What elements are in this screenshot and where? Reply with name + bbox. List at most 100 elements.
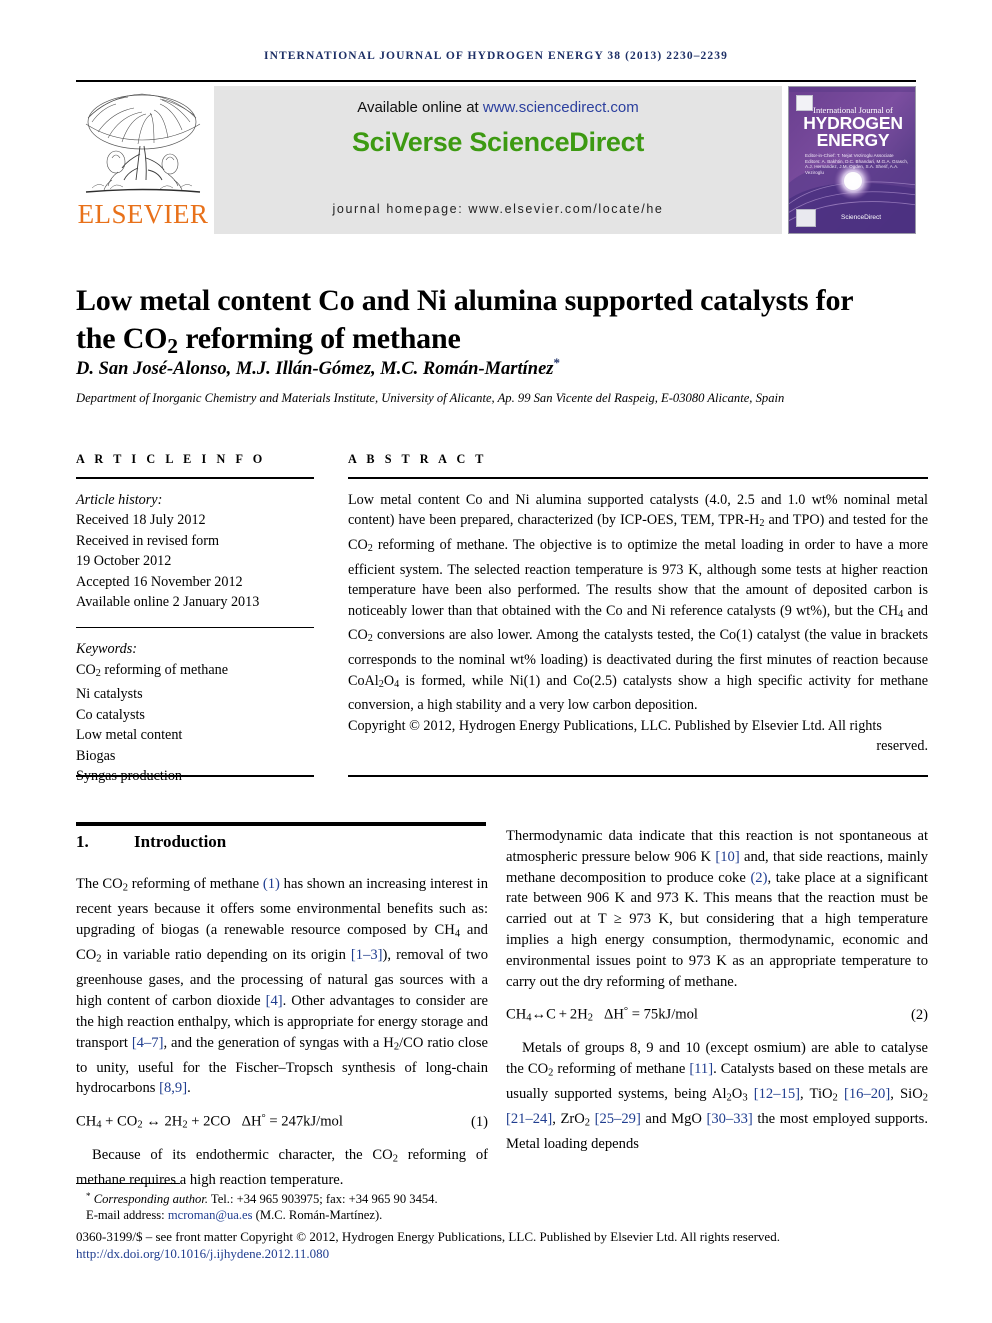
title-line-2-post: reforming of methane [177, 322, 461, 356]
citation-link[interactable]: [12–15] [754, 1086, 800, 1102]
intro-text: The CO [76, 876, 123, 892]
article-history-label: Article history: [76, 491, 163, 508]
footnote-rule [76, 1183, 180, 1185]
sciencedirect-banner: Available online at www.sciencedirect.co… [214, 86, 782, 234]
equation-1-number: (1) [470, 1113, 488, 1130]
footnote-block: * Corresponding author. Tel.: +34 965 90… [76, 1188, 496, 1224]
citation-link[interactable]: [16–20] [844, 1086, 890, 1102]
cover-sciencedirect-label: ScienceDirect [841, 214, 882, 221]
article-info-column: A R T I C L E I N F O Article history: R… [76, 452, 314, 787]
copyright-reserved: reserved. [876, 738, 928, 755]
email-link[interactable]: mcroman@ua.es [168, 1208, 253, 1222]
intro-text: , take place at a significant rate betwe… [506, 869, 928, 990]
keyword-item: Ni catalysts [76, 686, 143, 703]
cover-hydrogen-badge [796, 209, 816, 227]
page-title: Low metal content Co and Ni alumina supp… [76, 282, 928, 365]
equation-2-body: CH4↔C + 2H2 ΔH° = 75kJ/mol [506, 1006, 698, 1025]
abstract-bottom-rule [348, 775, 928, 777]
abstract-text: Low metal content Co and Ni alumina supp… [348, 491, 928, 714]
citation-link[interactable]: [30–33] [707, 1111, 753, 1127]
email-owner: (M.C. Román-Martínez). [252, 1208, 383, 1223]
history-item: Received 18 July 2012 [76, 512, 206, 529]
email-label: E-mail address: [86, 1208, 168, 1223]
sciencedirect-url[interactable]: www.sciencedirect.com [483, 99, 639, 116]
available-online-line: Available online at www.sciencedirect.co… [214, 99, 782, 116]
citation-link[interactable]: [1–3] [351, 947, 383, 963]
abstract-rule [348, 477, 928, 479]
cover-editor-list: Editor-in-Chief: T. Nejat Veziroglu Asso… [805, 153, 909, 175]
available-online-text: Available online at [357, 99, 483, 116]
equation-2: CH4↔C + 2H2 ΔH° = 75kJ/mol (2) [506, 1006, 928, 1024]
intro-text: reforming of methane [127, 876, 263, 892]
author-names: D. San José-Alonso, M.J. Illán-Gómez, M.… [76, 359, 554, 380]
keyword-item: Co catalysts [76, 706, 145, 723]
title-line-1: Low metal content Co and Ni alumina supp… [76, 284, 854, 318]
equation-1-body: CH4 + CO2 ↔ 2H2 + 2CO ΔH° = 247kJ/mol [76, 1113, 343, 1131]
article-info-bottom-rule [76, 775, 314, 777]
citation-link[interactable]: (2) [750, 870, 767, 886]
intro-text: , and the generation of syngas with a H [163, 1034, 394, 1051]
abstract-copyright: Copyright © 2012, Hydrogen Energy Public… [348, 716, 928, 757]
body-right-column: Thermodynamic data indicate that this re… [506, 826, 928, 1169]
citation-link[interactable]: [11] [689, 1061, 713, 1077]
journal-masthead: ELSEVIER Available online at www.science… [76, 86, 916, 234]
keyword-item: Biogas [76, 747, 116, 764]
cover-title-big: HYDROGEN ENERGY [789, 114, 915, 150]
citation-link[interactable]: [21–24] [506, 1111, 552, 1127]
intro-right-paragraph-2: Metals of groups 8, 9 and 10 (except osm… [506, 1040, 928, 1153]
email-note: E-mail address: mcroman@ua.es (M.C. Romá… [86, 1207, 496, 1224]
intro-paragraph-1: The CO2 reforming of methane (1) has sho… [76, 874, 488, 1099]
copyright-main: Copyright © 2012, Hydrogen Energy Public… [348, 717, 882, 734]
history-item: Received in revised form [76, 532, 220, 549]
keyword-subscript: 2 [95, 667, 101, 679]
abstract-heading: A B S T R A C T [348, 452, 488, 466]
cover-title-energy: ENERGY [816, 130, 890, 150]
elsevier-wordmark: ELSEVIER [77, 199, 209, 229]
citation-link[interactable]: [4] [266, 993, 283, 1009]
citation-link[interactable]: [8,9] [159, 1080, 187, 1096]
sciverse-sciencedirect-logo: SciVerse ScienceDirect [351, 127, 645, 157]
keywords-rule [76, 626, 314, 629]
keywords-block: Keywords: CO2 reforming of methane Ni ca… [76, 639, 314, 787]
article-history-block: Article history: Received 18 July 2012 R… [76, 490, 314, 613]
corresponding-author-note: * Corresponding author. Tel.: +34 965 90… [86, 1188, 496, 1207]
imprint-line: 0360-3199/$ – see front matter Copyright… [76, 1229, 780, 1244]
header-rule [76, 80, 916, 82]
keywords-label: Keywords: [76, 641, 137, 658]
citation-link[interactable]: (1) [263, 876, 280, 892]
article-page: INTERNATIONAL JOURNAL OF HYDROGEN ENERGY… [0, 0, 992, 1323]
keyword-item: CO2 reforming of methane [76, 661, 229, 679]
section-number: 1. [76, 832, 89, 851]
intro-text: . [187, 1080, 191, 1097]
corresponding-author-label: Corresponding author. [93, 1191, 208, 1206]
title-line-2-pre: the CO [76, 322, 168, 356]
body-top-rule [76, 822, 486, 826]
history-item: 19 October 2012 [76, 553, 172, 570]
journal-homepage-line[interactable]: journal homepage: www.elsevier.com/locat… [214, 202, 782, 216]
doi-link[interactable]: http://dx.doi.org/10.1016/j.ijhydene.201… [76, 1246, 329, 1262]
equation-1: CH4 + CO2 ↔ 2H2 + 2CO ΔH° = 247kJ/mol (1… [76, 1113, 488, 1131]
section-heading-introduction: 1. Introduction [76, 832, 488, 852]
article-info-heading: A R T I C L E I N F O [76, 452, 266, 466]
history-item: Accepted 16 November 2012 [76, 573, 243, 590]
citation-link[interactable]: [10] [715, 849, 739, 865]
citation-link[interactable]: [25–29] [595, 1111, 641, 1127]
equation-2-number: (2) [910, 1006, 928, 1023]
history-item: Available online 2 January 2013 [76, 594, 260, 611]
intro-text: in variable ratio depending on its origi… [101, 947, 351, 964]
elsevier-logo: ELSEVIER [76, 86, 210, 234]
citation-link[interactable]: [4–7] [132, 1035, 164, 1051]
author-list: D. San José-Alonso, M.J. Illán-Gómez, M.… [76, 355, 928, 380]
article-info-rule [76, 477, 314, 479]
section-title: Introduction [134, 832, 227, 851]
elsevier-tree-icon [85, 93, 201, 193]
affiliation: Department of Inorganic Chemistry and Ma… [76, 391, 785, 405]
intro-right-paragraph-1: Thermodynamic data indicate that this re… [506, 826, 928, 992]
running-head: INTERNATIONAL JOURNAL OF HYDROGEN ENERGY… [264, 50, 728, 62]
abstract-column: A B S T R A C T Low metal content Co and… [348, 452, 928, 757]
keyword-item: Low metal content [76, 727, 183, 744]
corresponding-author-contact: Tel.: +34 965 903975; fax: +34 965 90 34… [207, 1191, 438, 1206]
body-left-column: 1. Introduction The CO2 reforming of meth… [76, 832, 488, 1205]
journal-cover-thumbnail: International Journal of HYDROGEN ENERGY… [788, 86, 916, 234]
corresponding-author-marker: * [553, 355, 561, 370]
